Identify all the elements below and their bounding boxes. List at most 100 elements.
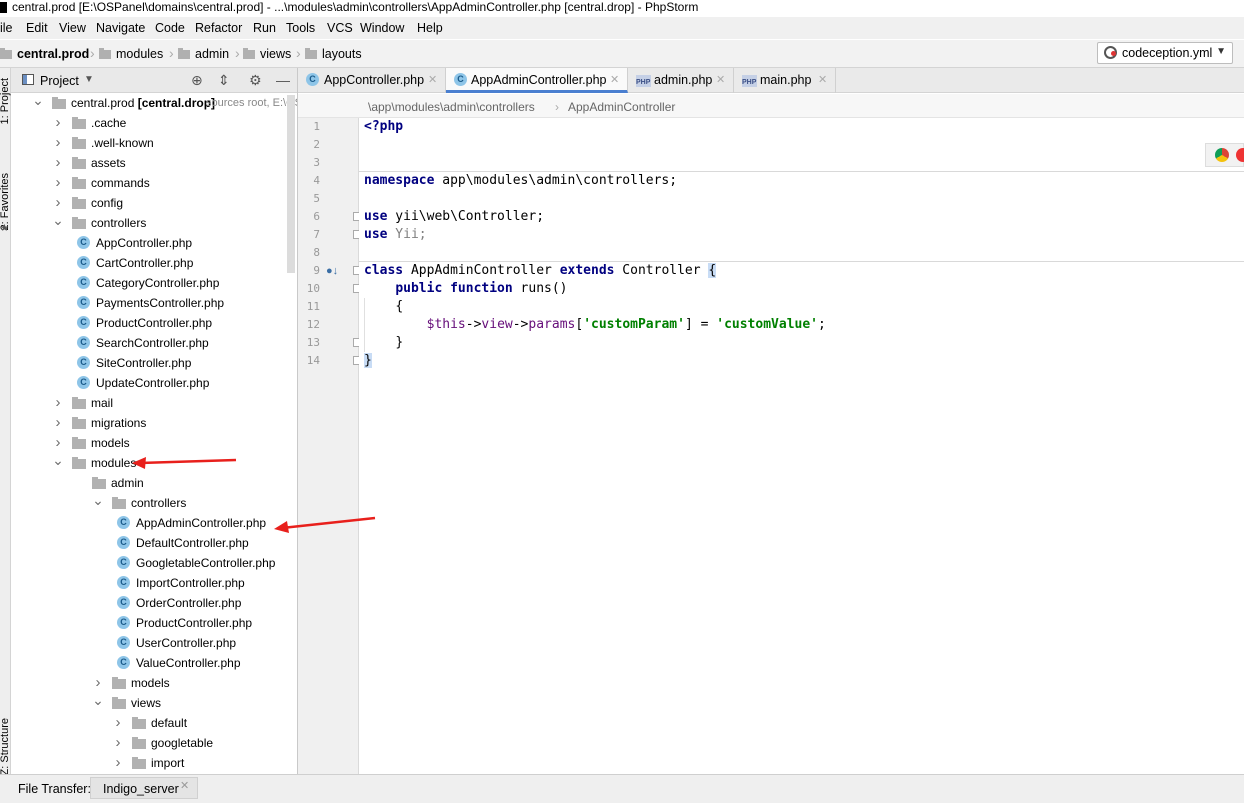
- chevron-down-icon[interactable]: ⌄: [52, 450, 64, 470]
- tree-item-controllers[interactable]: ⌄ controllers: [11, 490, 297, 513]
- tab-admin-php[interactable]: PHP admin.php ✕: [628, 68, 734, 93]
- tree-item-migrations[interactable]: › migrations: [11, 413, 297, 433]
- tree-item-assets[interactable]: › assets: [11, 153, 297, 173]
- tree-item-controllers[interactable]: ⌄ controllers: [11, 210, 297, 233]
- project-view-selector[interactable]: Project: [40, 74, 79, 88]
- tree-item-valuecontroller-php[interactable]: C ValueController.php: [11, 653, 297, 673]
- menu-vcs[interactable]: VCS: [327, 21, 353, 35]
- chevron-right-icon[interactable]: ›: [52, 133, 64, 153]
- close-icon[interactable]: ✕: [716, 73, 725, 86]
- tree-item-defaultcontroller-php[interactable]: C DefaultController.php: [11, 533, 297, 553]
- menu-navigate[interactable]: Navigate: [96, 21, 145, 35]
- tree-item-appcontroller-php[interactable]: C AppController.php: [11, 233, 297, 253]
- chevron-down-icon[interactable]: ⌄: [52, 210, 64, 230]
- nav-crumb-modules[interactable]: modules: [99, 47, 163, 61]
- class-icon: C: [117, 576, 130, 589]
- tree-item-default[interactable]: › default: [11, 713, 297, 733]
- menu-help[interactable]: Help: [417, 21, 443, 35]
- tree-item-updatecontroller-php[interactable]: C UpdateController.php: [11, 373, 297, 393]
- chevron-right-icon[interactable]: ›: [112, 753, 124, 773]
- tree-item-mail[interactable]: › mail: [11, 393, 297, 413]
- menu-tools[interactable]: Tools: [286, 21, 315, 35]
- collapse-all-icon[interactable]: ⇕: [218, 72, 230, 89]
- tree-item-paymentscontroller-php[interactable]: C PaymentsController.php: [11, 293, 297, 313]
- class-icon: C: [117, 536, 130, 549]
- gear-icon[interactable]: ⚙: [249, 72, 262, 89]
- tree-item-cartcontroller-php[interactable]: C CartController.php: [11, 253, 297, 273]
- chevron-down-icon[interactable]: ⌄: [32, 93, 44, 110]
- menu-refactor[interactable]: Refactor: [195, 21, 242, 35]
- opera-icon[interactable]: [1236, 148, 1244, 162]
- tree-item-importcontroller-php[interactable]: C ImportController.php: [11, 573, 297, 593]
- tree-item-commands[interactable]: › commands: [11, 173, 297, 193]
- tab-appcontroller[interactable]: C AppController.php ✕: [298, 68, 446, 93]
- tree-item-productcontroller-php[interactable]: C ProductController.php: [11, 613, 297, 633]
- tab-appadmincontroller[interactable]: C AppAdminController.php ✕: [446, 68, 628, 93]
- tree-item-productcontroller-php[interactable]: C ProductController.php: [11, 313, 297, 333]
- parent-class: Controller: [614, 263, 709, 278]
- tree-item-sitecontroller-php[interactable]: C SiteController.php: [11, 353, 297, 373]
- tree-item-appadmincontroller-php[interactable]: C AppAdminController.php: [11, 513, 297, 533]
- code-line: public function runs(): [364, 280, 567, 298]
- tree-item-views[interactable]: ⌄ views: [11, 690, 297, 713]
- chevron-down-icon[interactable]: ⌄: [92, 690, 104, 710]
- menu-code[interactable]: Code: [155, 21, 185, 35]
- chevron-right-icon[interactable]: ›: [112, 733, 124, 753]
- editor-gutter[interactable]: 1 2 3 4 5 6 7 8 9 10 11 12 13 14 ●↓: [298, 118, 360, 774]
- tree-item-models[interactable]: › models: [11, 673, 297, 693]
- hide-panel-icon[interactable]: —: [276, 72, 290, 88]
- keyword: use: [364, 209, 388, 224]
- chrome-icon[interactable]: [1215, 148, 1229, 162]
- close-icon[interactable]: ✕: [818, 73, 827, 86]
- menu-edit[interactable]: Edit: [26, 21, 48, 35]
- menu-run[interactable]: Run: [253, 21, 276, 35]
- tree-item-label: GoogletableController.php: [136, 556, 276, 570]
- tree-item-usercontroller-php[interactable]: C UserController.php: [11, 633, 297, 653]
- tab-main-php[interactable]: PHP main.php ✕: [734, 68, 836, 93]
- tree-item-well-known[interactable]: › .well-known: [11, 133, 297, 153]
- chevron-right-icon[interactable]: ›: [112, 713, 124, 733]
- nav-crumb-project[interactable]: central.prod: [0, 47, 89, 61]
- nav-crumb-views[interactable]: views: [243, 47, 291, 61]
- menu-file[interactable]: ile: [0, 21, 13, 35]
- tree-scrollbar[interactable]: [287, 95, 295, 273]
- close-icon[interactable]: ✕: [610, 73, 619, 86]
- chevron-down-icon[interactable]: ▼: [84, 74, 94, 85]
- chevron-right-icon[interactable]: ›: [52, 413, 64, 433]
- tree-item-googletable[interactable]: › googletable: [11, 733, 297, 753]
- tool-tab-favorites[interactable]: 2: Favorites: [0, 173, 11, 230]
- breadcrumb-class[interactable]: AppAdminController: [568, 100, 675, 114]
- tool-tab-structure[interactable]: Z: Structure: [0, 718, 11, 775]
- tree-item-import[interactable]: › import: [11, 753, 297, 773]
- chevron-right-icon: ›: [296, 45, 301, 61]
- code-editor[interactable]: <?php namespace app\modules\admin\contro…: [359, 118, 1244, 774]
- tree-item-cache[interactable]: › .cache: [11, 113, 297, 133]
- chevron-right-icon[interactable]: ›: [52, 113, 64, 133]
- tool-tab-project[interactable]: 1: Project: [0, 78, 11, 124]
- tree-item-googletablecontroller-php[interactable]: C GoogletableController.php: [11, 553, 297, 573]
- tree-item-ordercontroller-php[interactable]: C OrderController.php: [11, 593, 297, 613]
- override-marker-icon[interactable]: ●↓: [326, 265, 338, 277]
- left-tool-strip: 1: Project 2: Favorites ★ Z: Structure: [0, 68, 11, 775]
- close-icon[interactable]: ✕: [428, 73, 437, 86]
- menu-view[interactable]: View: [59, 21, 86, 35]
- nav-crumb-layouts[interactable]: layouts: [305, 47, 362, 61]
- chevron-down-icon[interactable]: ⌄: [92, 490, 104, 510]
- chevron-right-icon[interactable]: ›: [52, 173, 64, 193]
- tree-item-central-prod-central-drop[interactable]: ⌄ central.prod [central.drop] sources root…: [11, 93, 297, 113]
- chevron-right-icon[interactable]: ›: [52, 393, 64, 413]
- tree-item-searchcontroller-php[interactable]: C SearchController.php: [11, 333, 297, 353]
- close-icon[interactable]: ✕: [180, 779, 189, 792]
- breadcrumb-namespace[interactable]: \app\modules\admin\controllers: [368, 100, 535, 114]
- tree-item-admin[interactable]: admin: [11, 473, 297, 493]
- chevron-right-icon[interactable]: ›: [52, 153, 64, 173]
- run-configuration-select[interactable]: codeception.yml ▼: [1097, 42, 1233, 64]
- class-icon: C: [117, 656, 130, 669]
- tree-item-modules[interactable]: ⌄ modules: [11, 450, 297, 473]
- keyword: use: [364, 227, 388, 242]
- locate-icon[interactable]: ⊕: [191, 72, 203, 89]
- class-icon: C: [77, 236, 90, 249]
- nav-crumb-admin[interactable]: admin: [178, 47, 229, 61]
- menu-window[interactable]: Window: [360, 21, 404, 35]
- tree-item-categorycontroller-php[interactable]: C CategoryController.php: [11, 273, 297, 293]
